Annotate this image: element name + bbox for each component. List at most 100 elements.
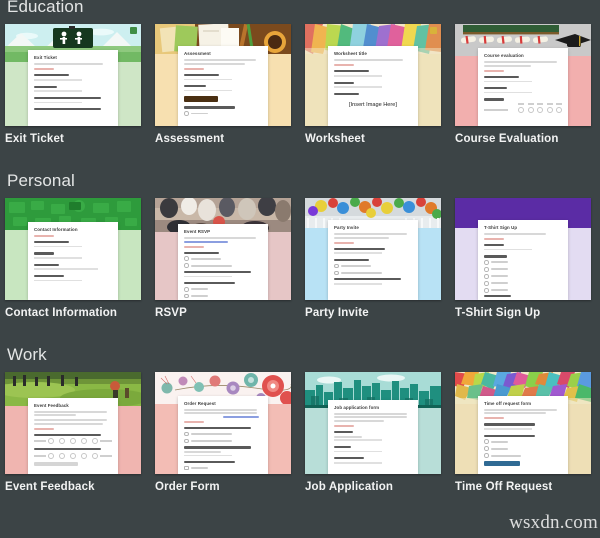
template-card-course-evaluation[interactable]: Course evaluation Course Evaluation (455, 24, 591, 147)
form-preview-title: Exit Ticket (34, 55, 57, 60)
option-row[interactable] (484, 287, 562, 293)
template-card-job-application[interactable]: Job application form Job Application (305, 371, 441, 495)
section-button[interactable] (184, 96, 218, 103)
radio-icon (184, 256, 189, 261)
template-card-party-invite[interactable]: Party Invite Party Invite (305, 197, 441, 321)
form-preview-title: Course evaluation (484, 53, 524, 58)
submit-button[interactable] (484, 461, 520, 466)
option-label (191, 288, 209, 291)
option-label (191, 112, 209, 115)
option-row[interactable] (184, 263, 262, 268)
template-thumbnail[interactable]: Order Request (155, 371, 291, 474)
template-thumbnail[interactable]: Worksheet title [Insert Image Here] (305, 24, 441, 126)
option-row[interactable] (484, 439, 562, 445)
form-description-link[interactable] (184, 240, 228, 243)
form-description-line (34, 414, 77, 417)
answer-line (34, 279, 83, 282)
radio-icon (484, 446, 489, 452)
form-description-line (34, 418, 108, 421)
option-label (491, 289, 509, 292)
template-thumbnail[interactable]: Job application form (305, 371, 441, 474)
template-thumbnail[interactable]: Exit Ticket (5, 24, 141, 126)
watermark: wsxdn.com (509, 512, 598, 533)
template-row-education: Exit Ticket Exit Ticket Assessment Asses… (0, 24, 600, 147)
template-thumbnail[interactable]: Course evaluation (455, 24, 591, 126)
option-row[interactable] (334, 263, 412, 269)
question-label (484, 434, 536, 437)
form-preview-title: Job application form (334, 404, 380, 410)
option-row[interactable] (184, 438, 262, 444)
option-row[interactable] (184, 111, 262, 116)
question-label (34, 96, 102, 100)
question-label (184, 251, 220, 254)
option-label (191, 440, 232, 442)
grid-row[interactable] (484, 107, 562, 114)
template-card-time-off-request[interactable]: Time off request form Time Off Request (455, 371, 591, 495)
option-row[interactable] (184, 256, 262, 261)
grid-header-row (484, 103, 562, 105)
template-label: Course Evaluation (455, 133, 559, 145)
template-card-exit-ticket[interactable]: Exit Ticket Exit Ticket (5, 24, 141, 147)
option-row[interactable] (184, 293, 262, 299)
option-row[interactable] (184, 431, 262, 437)
form-preview-paper: Time off request form (478, 395, 568, 474)
template-card-event-feedback[interactable]: Event Feedback Event Feedback (5, 371, 141, 495)
form-preview-title: Assessment (184, 51, 211, 56)
form-description-link[interactable] (223, 416, 259, 419)
option-row[interactable] (484, 260, 562, 265)
question-label (484, 255, 508, 258)
template-thumbnail[interactable]: Event Feedback (5, 371, 141, 474)
scale-row[interactable] (34, 452, 112, 459)
option-label (341, 272, 382, 274)
option-row[interactable] (484, 267, 562, 272)
form-preview-title: Event RSVP (184, 228, 211, 234)
template-card-order-form[interactable]: Order Request Order Form (155, 371, 291, 495)
option-row[interactable] (484, 446, 562, 452)
template-card-assessment[interactable]: Assessment Assessment (155, 24, 291, 147)
insert-image-placeholder: [Insert Image Here] (349, 102, 397, 109)
question-label (34, 263, 59, 266)
option-label (491, 261, 509, 264)
form-preview-title: Time off request form (484, 400, 532, 406)
answer-line (34, 101, 83, 104)
radio-icon (184, 111, 189, 116)
form-preview-paper: T-Shirt Sign Up (478, 219, 568, 300)
template-label: Party Invite (305, 306, 369, 319)
template-card-worksheet[interactable]: Worksheet title [Insert Image Here] Work… (305, 24, 441, 147)
form-description-line (184, 62, 245, 65)
scale-row[interactable] (34, 438, 112, 445)
question-label (34, 252, 55, 255)
form-description-line (334, 416, 408, 419)
question-label (34, 433, 102, 436)
question-label (484, 244, 505, 247)
submit-button[interactable] (34, 461, 78, 466)
option-row[interactable] (484, 453, 562, 458)
template-thumbnail[interactable]: Party Invite (305, 197, 441, 300)
template-thumbnail[interactable]: Event RSVP (155, 197, 291, 300)
form-description-line (184, 59, 256, 62)
template-thumbnail[interactable]: Time off request form (455, 371, 591, 474)
option-label (491, 275, 509, 278)
required-note (34, 427, 55, 430)
template-thumbnail[interactable]: T-Shirt Sign Up (455, 197, 591, 300)
theme-badge-icon (430, 27, 437, 34)
radio-icon (484, 287, 489, 293)
template-row-work: Event Feedback Event Feedback Order Requ… (0, 371, 600, 495)
form-preview-title: T-Shirt Sign Up (484, 224, 518, 230)
option-row[interactable] (184, 286, 262, 292)
answer-line (334, 439, 383, 441)
form-description-line (34, 422, 103, 425)
template-thumbnail[interactable]: Contact Information (5, 197, 141, 300)
form-description-line (484, 412, 547, 415)
option-row[interactable] (184, 465, 262, 471)
form-description-line (34, 410, 108, 413)
template-card-contact-information[interactable]: Contact Information Contact Information (5, 197, 141, 321)
option-row[interactable] (484, 274, 562, 279)
template-thumbnail[interactable]: Assessment (155, 24, 291, 126)
template-card-tshirt-sign-up[interactable]: T-Shirt Sign Up T-Shirt Sign Up (455, 197, 591, 321)
option-row[interactable] (484, 281, 562, 286)
radio-icon (184, 286, 189, 292)
template-card-rsvp[interactable]: Event RSVP RSVP (155, 197, 291, 321)
option-row[interactable] (334, 270, 412, 276)
form-description-line (334, 236, 389, 239)
